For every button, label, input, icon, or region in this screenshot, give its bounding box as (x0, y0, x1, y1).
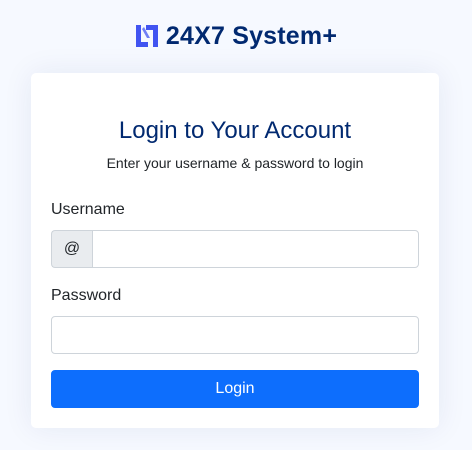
brand-header[interactable]: 24X7 System+ (0, 20, 472, 52)
login-title: Login to Your Account (118, 117, 352, 144)
brand-logo-icon (135, 24, 159, 48)
login-subtitle: Enter your username & password to login (106, 155, 364, 171)
password-label: Password (51, 287, 122, 304)
username-prefix: @ (51, 230, 92, 268)
username-label: Username (51, 201, 125, 218)
login-card: Login to Your Account Enter your usernam… (31, 73, 439, 428)
login-button[interactable]: Login (51, 370, 419, 408)
password-input[interactable] (51, 316, 419, 354)
username-input[interactable] (92, 230, 419, 268)
username-input-group: @ (51, 230, 419, 268)
brand-name: 24X7 System+ (165, 21, 338, 50)
